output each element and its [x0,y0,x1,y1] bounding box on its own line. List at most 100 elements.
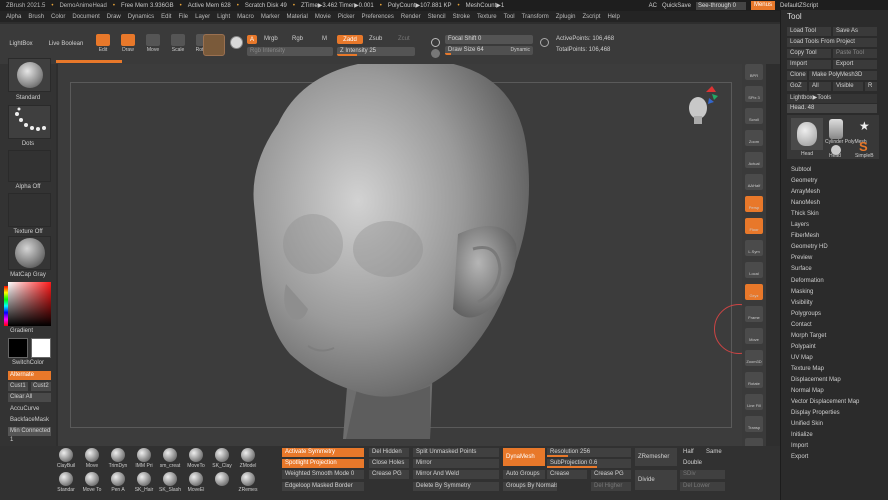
menu-tool[interactable]: Tool [504,14,515,20]
crease-pg-button-2[interactable]: Crease PG [591,470,631,479]
draw-size-slider[interactable]: Draw Size 64 Dynamic [445,46,533,55]
color-picker[interactable] [8,282,51,326]
subpalette-polygroups[interactable]: Polygroups [791,311,821,317]
crease-pg-button[interactable]: Crease PG [369,470,409,479]
dock-hand-icon[interactable]: Scroll [745,108,763,124]
brush-slot[interactable]: Move To [80,472,104,493]
dock-zoom-icon[interactable]: Zoom [745,130,763,146]
z-intensity-slider[interactable]: Z Intensity 25 [337,47,415,56]
dock-move-icon[interactable]: Move [745,328,763,344]
tool-edit-button[interactable]: Edit [92,34,114,56]
menu-texture[interactable]: Texture [477,14,497,20]
edgeloop-masked-border-button[interactable]: Edgeloop Masked Border [282,482,364,491]
menu-color[interactable]: Color [51,14,65,20]
brush-slot[interactable]: ZModel [236,448,260,469]
texture-slot[interactable] [8,193,51,227]
menu-movie[interactable]: Movie [315,14,331,20]
stroke-slot[interactable] [8,105,51,139]
mrgb-button[interactable]: Mrgb [264,36,278,42]
r-button[interactable]: R [865,82,877,91]
brush-slot[interactable]: SK_Hair [132,472,156,493]
cylinder-thumb-icon[interactable] [829,119,843,139]
crease-button[interactable]: Crease [547,470,587,479]
menu-layer[interactable]: Layer [195,14,210,20]
zremesher-button[interactable]: ZRemesher [635,448,677,466]
brush-slot[interactable]: Pen A [106,472,130,493]
clone-button[interactable]: Clone [787,71,807,80]
live-boolean-button[interactable]: Live Boolean [46,38,86,50]
tool-draw-button[interactable]: Draw [117,34,139,56]
subpalette-vector-displacement-map[interactable]: Vector Displacement Map [791,399,859,405]
menu-zplugin[interactable]: Zplugin [556,14,576,20]
dock-actual-icon[interactable]: Actual [745,152,763,168]
subpalette-surface[interactable]: Surface [791,266,812,272]
accucurve-button[interactable]: AccuCurve [8,405,51,414]
dock-frame-icon[interactable]: Frame [745,306,763,322]
menu-help[interactable]: Help [607,14,619,20]
goz-button[interactable]: GoZ [787,82,807,91]
subpalette-export[interactable]: Export [791,454,808,460]
menu-preferences[interactable]: Preferences [362,14,394,20]
brush-slot[interactable]: ZRemes [236,472,260,493]
load-tool-button[interactable]: Load Tool [787,27,831,36]
navigation-gizmo-icon[interactable] [676,84,722,130]
subpalette-uv-map[interactable]: UV Map [791,355,813,361]
simpleb-thumb-icon[interactable]: S [859,139,868,154]
menu-picker[interactable]: Picker [338,14,355,20]
subpalette-contact[interactable]: Contact [791,322,812,328]
secondary-color-swatch[interactable] [31,338,51,358]
lightbox-tools-button[interactable]: Lightbox▶Tools [787,94,877,103]
menu-alpha[interactable]: Alpha [6,14,21,20]
head-model[interactable] [58,64,742,446]
menu-macro[interactable]: Macro [237,14,254,20]
zcut-button[interactable]: Zcut [398,36,410,42]
save-as-button[interactable]: Save As [833,27,877,36]
color-swatch-icon[interactable] [230,36,243,49]
quicksave-button[interactable]: QuickSave [662,3,691,9]
spotlight-projection-button[interactable]: Spotlight Projection [282,459,364,468]
rgb-button[interactable]: Rgb [292,36,303,42]
subpalette-masking[interactable]: Masking [791,289,813,295]
subpalette-nanomesh[interactable]: NanoMesh [791,200,820,206]
subpalette-polypaint[interactable]: Polypaint [791,344,816,350]
subpalette-normal-map[interactable]: Normal Map [791,388,824,394]
del-lower-button[interactable]: Del Lower [680,482,725,491]
visible-button[interactable]: Visible [833,82,863,91]
subpalette-deformation[interactable]: Deformation [791,278,824,284]
menus-toggle[interactable]: Menus [750,1,775,10]
dock-local-icon[interactable]: Local [745,262,763,278]
brush-slot[interactable]: TrimDyn [106,448,130,469]
weighted-smooth-slider[interactable]: Weighted Smooth Mode 0 [282,470,364,479]
mirror-and-weld-button[interactable]: Mirror And Weld [413,470,499,479]
brush-slot[interactable]: IMM Pri [132,448,156,469]
head-slider[interactable]: Head. 48 [787,104,877,113]
groups-by-normals-button[interactable]: Groups By Normals [503,482,557,491]
material-slot[interactable] [8,236,51,270]
brush-slot[interactable]: Standar [54,472,78,493]
half-button[interactable]: Half [680,448,702,457]
del-higher-button[interactable]: Del Higher [591,482,631,491]
lightbox-button[interactable]: LightBox [6,38,36,50]
subpalette-fibermesh[interactable]: FiberMesh [791,233,819,239]
cust2-button[interactable]: Cust2 [31,382,51,391]
tool-move-button[interactable]: Move [142,34,164,56]
menu-file[interactable]: File [178,14,188,20]
subpalette-initialize[interactable]: Initialize [791,432,813,438]
cust1-button[interactable]: Cust1 [8,382,28,391]
dock-sym-icon[interactable]: L.Sym [745,240,763,256]
alternate-button[interactable]: Alternate [8,371,51,380]
menu-stroke[interactable]: Stroke [453,14,470,20]
dock-spix-icon[interactable]: SPix 3 [745,86,763,102]
ac-button[interactable]: AC [649,3,657,9]
menu-stencil[interactable]: Stencil [428,14,446,20]
menu-draw[interactable]: Draw [107,14,121,20]
dock-aahalf-icon[interactable]: AAHalf [745,174,763,190]
menu-light[interactable]: Light [217,14,230,20]
subprojection-slider[interactable]: SubProjection 0.6 [547,459,631,468]
tool-thumb-head[interactable] [791,118,823,150]
auto-groups-button[interactable]: Auto Groups [503,470,545,479]
resolution-slider[interactable]: Resolution 256 [547,448,631,457]
export-button[interactable]: Export [833,60,877,69]
subpalette-import[interactable]: Import [791,443,808,449]
subpalette-geometry[interactable]: Geometry [791,178,817,184]
